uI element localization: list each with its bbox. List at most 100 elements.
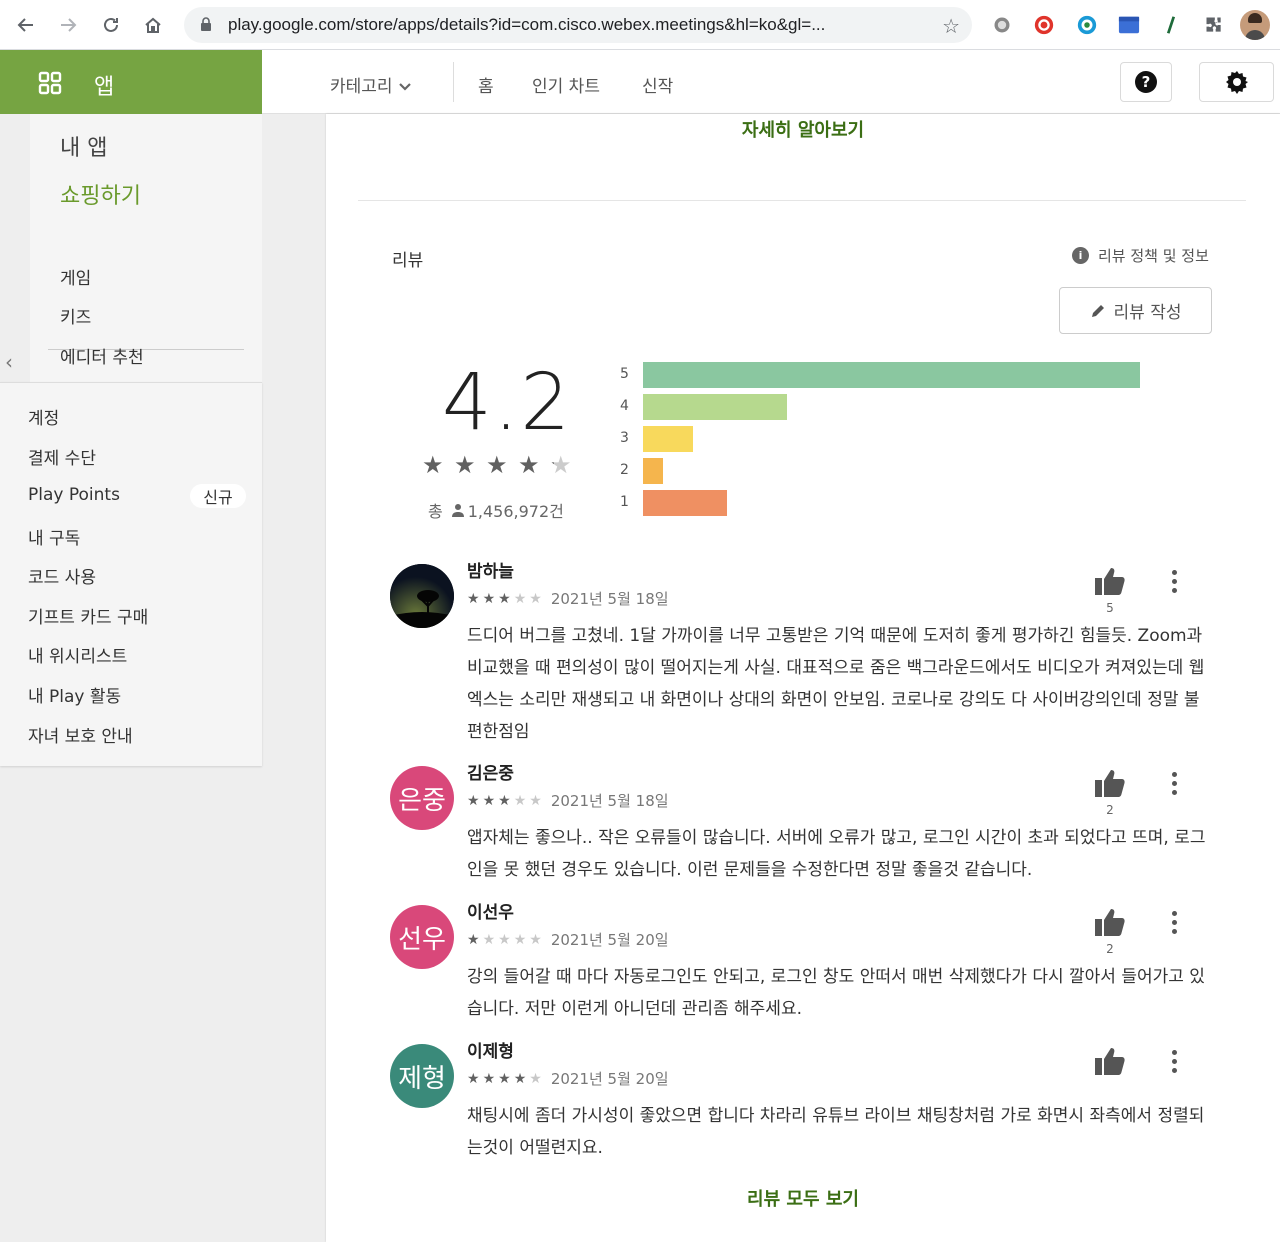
tab-home[interactable]: 홈: [478, 72, 494, 97]
review-date: 2021년 5월 18일: [550, 792, 669, 810]
sidebar-item-games[interactable]: 게임: [60, 264, 91, 289]
new-badge: 신규: [190, 484, 246, 508]
extension-calendar-icon[interactable]: [1117, 13, 1141, 37]
tab-categories[interactable]: 카테고리: [330, 72, 412, 97]
sidebar-item-parent-guide[interactable]: 자녀 보호 안내: [28, 722, 133, 747]
section-divider: [358, 200, 1246, 201]
average-rating-stars: ★★★★★★: [422, 452, 572, 478]
rating-star-icon: ★: [422, 451, 444, 479]
sidebar-item-redeem[interactable]: 코드 사용: [28, 563, 96, 588]
review-star-icon: ★: [482, 1070, 496, 1087]
review-text: 드디어 버그를 고쳤네. 1달 가까이를 너무 고통받은 기억 때문에 도저히 …: [467, 626, 1205, 742]
thumbs-up-icon[interactable]: [1093, 766, 1127, 800]
more-options-icon[interactable]: [1162, 907, 1186, 937]
histogram-label: 1: [620, 494, 629, 510]
more-options-icon[interactable]: [1162, 566, 1186, 596]
review-star-icon: ★: [513, 931, 527, 948]
sidebar-item-account[interactable]: 계정: [28, 404, 59, 429]
review-date: 2021년 5월 18일: [550, 590, 669, 608]
back-icon[interactable]: [10, 9, 42, 41]
home-icon[interactable]: [137, 9, 169, 41]
reviewer-name: 이선우: [467, 903, 514, 923]
helpful-count: 2: [1106, 942, 1114, 956]
reviewer-name: 김은중: [467, 764, 514, 784]
histogram-bar: [643, 458, 663, 484]
sidebar-item-payment-methods[interactable]: 결제 수단: [28, 444, 96, 469]
review-star-icon: ★: [529, 931, 542, 948]
more-options-icon[interactable]: [1162, 1046, 1186, 1076]
sidebar-item-shopping[interactable]: 쇼핑하기: [60, 178, 141, 210]
tab-divider: [453, 62, 454, 102]
tab-top-charts[interactable]: 인기 차트: [532, 72, 600, 97]
sidebar-item-wishlist[interactable]: 내 위시리스트: [28, 642, 127, 667]
review-date: 2021년 5월 20일: [550, 1070, 669, 1088]
reviews-card: 자세히 알아보기 리뷰 i리뷰 정책 및 정보 리뷰 작성 4.2 ★★★★★★…: [326, 114, 1280, 1242]
review-meta: ★ ★ ★ ★ ★ 2021년 5월 20일: [467, 929, 669, 950]
review-text: 강의 들어갈 때 마다 자동로그인도 안되고, 로그인 창도 안떠서 매번 삭제…: [467, 967, 1205, 1019]
histogram-bar: [643, 490, 727, 516]
review-meta: ★ ★ ★ ★ ★ 2021년 5월 18일: [467, 588, 669, 609]
help-icon: ?: [1135, 71, 1157, 93]
histogram-bar: [643, 426, 693, 452]
extension-grey-icon[interactable]: [990, 13, 1014, 37]
apps-header[interactable]: 앱: [0, 50, 262, 114]
see-all-reviews-link[interactable]: 리뷰 모두 보기: [326, 1185, 1280, 1211]
review-star-icon: ★: [467, 590, 480, 607]
review-text: 채팅시에 좀더 가시성이 좋았으면 합니다 차라리 유튜브 라이브 채팅창처럼 …: [467, 1106, 1205, 1158]
histogram-label: 2: [620, 462, 629, 478]
thumbs-up-icon[interactable]: [1093, 905, 1127, 939]
sidebar-item-my-apps[interactable]: 내 앱: [60, 130, 107, 162]
review-star-icon: ★: [498, 590, 511, 607]
reviews-heading: 리뷰: [392, 251, 424, 271]
sidebar-item-play-points[interactable]: Play Points: [28, 485, 120, 505]
reload-icon[interactable]: [95, 9, 127, 41]
review-star-icon: ★: [467, 931, 480, 948]
write-review-button[interactable]: 리뷰 작성: [1059, 287, 1212, 334]
extensions-icon[interactable]: [1202, 13, 1226, 37]
helpful-count: 2: [1106, 803, 1114, 817]
review-star-icon: ★: [529, 590, 542, 607]
review-meta: ★ ★ ★ ★ ★ 2021년 5월 18일: [467, 790, 669, 811]
info-icon: i: [1072, 247, 1089, 264]
sidebar-item-subscriptions[interactable]: 내 구독: [28, 524, 80, 549]
profile-avatar[interactable]: [1240, 10, 1270, 40]
extension-slash-icon[interactable]: [1159, 13, 1183, 37]
review-star-icon: ★: [529, 792, 542, 809]
chevron-left-icon[interactable]: ‹: [5, 350, 13, 374]
bookmark-star-icon[interactable]: ☆: [942, 14, 960, 38]
thumbs-up-icon[interactable]: [1093, 564, 1127, 598]
sidebar-item-editors-choice[interactable]: 에디터 추천: [60, 343, 144, 368]
rating-star-icon: ★: [518, 451, 540, 479]
gear-icon: [1225, 71, 1248, 94]
sidebar-item-gift-card[interactable]: 기프트 카드 구매: [28, 603, 148, 628]
review-star-icon: ★: [467, 792, 480, 809]
review-policy-label: 리뷰 정책 및 정보: [1098, 247, 1209, 265]
rating-star-icon: ★: [454, 451, 476, 479]
chevron-down-icon: [399, 83, 411, 91]
extension-blue-icon[interactable]: [1075, 13, 1099, 37]
apps-grid-icon: [38, 71, 62, 95]
histogram-label: 4: [620, 398, 629, 414]
extension-red-icon[interactable]: [1032, 13, 1056, 37]
review-star-icon: ★: [467, 1070, 480, 1087]
browser-toolbar: play.google.com/store/apps/details?id=co…: [0, 0, 1280, 50]
thumbs-up-icon[interactable]: [1093, 1044, 1127, 1078]
reviewer-name: 밤하늘: [467, 562, 514, 582]
pencil-icon: [1091, 304, 1104, 317]
sidebar-primary: ‹ 내 앱 쇼핑하기 게임 키즈 에디터 추천: [0, 114, 262, 382]
tab-new[interactable]: 신작: [642, 72, 673, 97]
forward-icon[interactable]: [52, 9, 84, 41]
learn-more-link[interactable]: 자세히 알아보기: [326, 116, 1280, 142]
review-star-icon: ★: [498, 931, 511, 948]
review-star-icon: ★: [498, 1070, 511, 1087]
help-button[interactable]: ?: [1120, 62, 1172, 102]
reviewer-name: 이제형: [467, 1042, 514, 1062]
settings-button[interactable]: [1199, 62, 1274, 102]
review-date: 2021년 5월 20일: [550, 931, 669, 949]
sidebar-item-play-activity[interactable]: 내 Play 활동: [28, 682, 121, 707]
address-bar[interactable]: play.google.com/store/apps/details?id=co…: [184, 7, 972, 43]
review-policy-link[interactable]: i 리뷰 정책 및 정보: [1072, 245, 1209, 266]
histogram-bar: [643, 394, 787, 420]
more-options-icon[interactable]: [1162, 768, 1186, 798]
sidebar-item-kids[interactable]: 키즈: [60, 303, 91, 328]
